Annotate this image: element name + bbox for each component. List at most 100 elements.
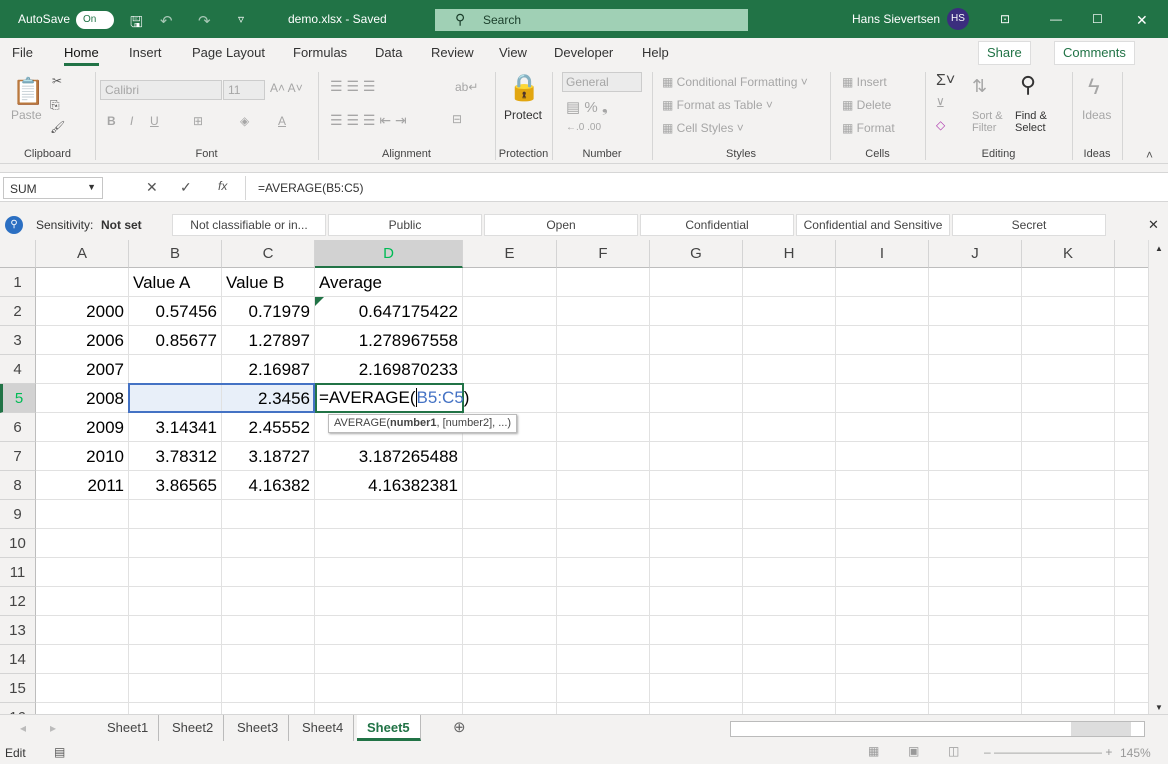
cell-E3[interactable] xyxy=(463,326,557,355)
scroll-up-icon[interactable]: ▲ xyxy=(1155,244,1163,253)
cell-I10[interactable] xyxy=(836,529,929,558)
cell-H4[interactable] xyxy=(743,355,836,384)
row-header-3[interactable]: 3 xyxy=(0,326,36,355)
clear-icon[interactable]: ◇ xyxy=(936,118,945,132)
cell-F9[interactable] xyxy=(557,500,650,529)
cell-styles-button[interactable]: ▦ Cell Styles ˅ xyxy=(662,121,744,135)
cell-G14[interactable] xyxy=(650,645,743,674)
cell-A12[interactable] xyxy=(36,587,129,616)
tab-file[interactable]: File xyxy=(12,45,33,60)
cell-H13[interactable] xyxy=(743,616,836,645)
enter-icon[interactable]: ✓ xyxy=(180,179,192,196)
cell-A6[interactable]: 2009 xyxy=(36,413,129,442)
filename[interactable]: demo.xlsx - Saved xyxy=(288,12,387,26)
paste-icon[interactable]: 📋 xyxy=(12,76,44,107)
cell-F8[interactable] xyxy=(557,471,650,500)
cell-J10[interactable] xyxy=(929,529,1022,558)
cell-A13[interactable] xyxy=(36,616,129,645)
cell-H15[interactable] xyxy=(743,674,836,703)
fill-icon[interactable]: ⊻ xyxy=(936,96,945,110)
cell-H14[interactable] xyxy=(743,645,836,674)
cell-D7[interactable]: 3.187265488 xyxy=(315,442,463,471)
cut-icon[interactable]: ✂ xyxy=(52,74,62,88)
sheet-tab-sheet1[interactable]: Sheet1 xyxy=(97,715,160,741)
fill-color-icon[interactable]: ◈ xyxy=(240,114,249,128)
cell-L6[interactable] xyxy=(1115,413,1148,442)
italic-button[interactable]: I xyxy=(130,114,133,128)
cell-A14[interactable] xyxy=(36,645,129,674)
cell-H9[interactable] xyxy=(743,500,836,529)
cell-K14[interactable] xyxy=(1022,645,1115,674)
avatar[interactable]: HS xyxy=(947,8,969,30)
cell-J8[interactable] xyxy=(929,471,1022,500)
cell-I8[interactable] xyxy=(836,471,929,500)
next-sheet-icon[interactable]: ▸ xyxy=(50,721,56,735)
cell-B9[interactable] xyxy=(129,500,222,529)
column-header-A[interactable]: A xyxy=(36,240,129,268)
cell-J15[interactable] xyxy=(929,674,1022,703)
cell-C1[interactable]: Value B xyxy=(222,268,315,297)
cell-H10[interactable] xyxy=(743,529,836,558)
sensitivity-option[interactable]: Public xyxy=(328,214,482,236)
cell-C11[interactable] xyxy=(222,558,315,587)
cell-K4[interactable] xyxy=(1022,355,1115,384)
cell-I3[interactable] xyxy=(836,326,929,355)
cell-A10[interactable] xyxy=(36,529,129,558)
cell-H2[interactable] xyxy=(743,297,836,326)
cell-A2[interactable]: 2000 xyxy=(36,297,129,326)
cell-L1[interactable] xyxy=(1115,268,1148,297)
tab-view[interactable]: View xyxy=(499,45,527,60)
sheet-tab-sheet4[interactable]: Sheet4 xyxy=(292,715,355,741)
cell-A11[interactable] xyxy=(36,558,129,587)
cell-I13[interactable] xyxy=(836,616,929,645)
cell-D14[interactable] xyxy=(315,645,463,674)
column-header-I[interactable]: I xyxy=(836,240,929,268)
cell-J7[interactable] xyxy=(929,442,1022,471)
underline-button[interactable]: U xyxy=(150,114,159,128)
tab-home[interactable]: Home xyxy=(64,45,99,66)
prev-sheet-icon[interactable]: ◂ xyxy=(20,721,26,735)
autosave-toggle[interactable]: On xyxy=(76,11,114,29)
percent-icon[interactable]: ▤ % ❟ xyxy=(566,98,608,116)
cell-K8[interactable] xyxy=(1022,471,1115,500)
row-header-8[interactable]: 8 xyxy=(0,471,36,500)
cell-K13[interactable] xyxy=(1022,616,1115,645)
cell-B12[interactable] xyxy=(129,587,222,616)
cell-B16[interactable] xyxy=(129,703,222,714)
align-left-icon[interactable]: ☰ ☰ ☰ ⇤ ⇥ xyxy=(330,112,407,129)
merge-icon[interactable]: ⊟ xyxy=(452,112,462,126)
decimal-icon[interactable]: ←.0 .00 xyxy=(566,122,601,133)
cell-C3[interactable]: 1.27897 xyxy=(222,326,315,355)
cell-K6[interactable] xyxy=(1022,413,1115,442)
insert-cells-button[interactable]: ▦ Insert xyxy=(842,75,887,89)
cell-B6[interactable]: 3.14341 xyxy=(129,413,222,442)
cell-F2[interactable] xyxy=(557,297,650,326)
tab-page-layout[interactable]: Page Layout xyxy=(192,45,265,60)
cell-E1[interactable] xyxy=(463,268,557,297)
cell-J1[interactable] xyxy=(929,268,1022,297)
cell-A7[interactable]: 2010 xyxy=(36,442,129,471)
cell-J13[interactable] xyxy=(929,616,1022,645)
collapse-ribbon-icon[interactable]: ˄ xyxy=(1146,148,1153,162)
conditional-formatting-button[interactable]: ▦ Conditional Formatting ˅ xyxy=(662,75,808,89)
cell-B8[interactable]: 3.86565 xyxy=(129,471,222,500)
cell-F11[interactable] xyxy=(557,558,650,587)
borders-icon[interactable]: ⊞ xyxy=(193,114,203,128)
cell-E12[interactable] xyxy=(463,587,557,616)
cell-G2[interactable] xyxy=(650,297,743,326)
cell-K5[interactable] xyxy=(1022,384,1115,413)
cell-D12[interactable] xyxy=(315,587,463,616)
wrap-text-icon[interactable]: ab↵ xyxy=(455,80,478,94)
cell-J14[interactable] xyxy=(929,645,1022,674)
column-header-F[interactable]: F xyxy=(557,240,650,268)
cell-I15[interactable] xyxy=(836,674,929,703)
row-header-1[interactable]: 1 xyxy=(0,268,36,297)
delete-cells-button[interactable]: ▦ Delete xyxy=(842,98,891,112)
cell-H5[interactable] xyxy=(743,384,836,413)
page-layout-icon[interactable]: ▣ xyxy=(908,744,919,758)
cell-L5[interactable] xyxy=(1115,384,1148,413)
cell-C15[interactable] xyxy=(222,674,315,703)
row-header-2[interactable]: 2 xyxy=(0,297,36,326)
cell-C6[interactable]: 2.45552 xyxy=(222,413,315,442)
column-header[interactable] xyxy=(1115,240,1148,268)
